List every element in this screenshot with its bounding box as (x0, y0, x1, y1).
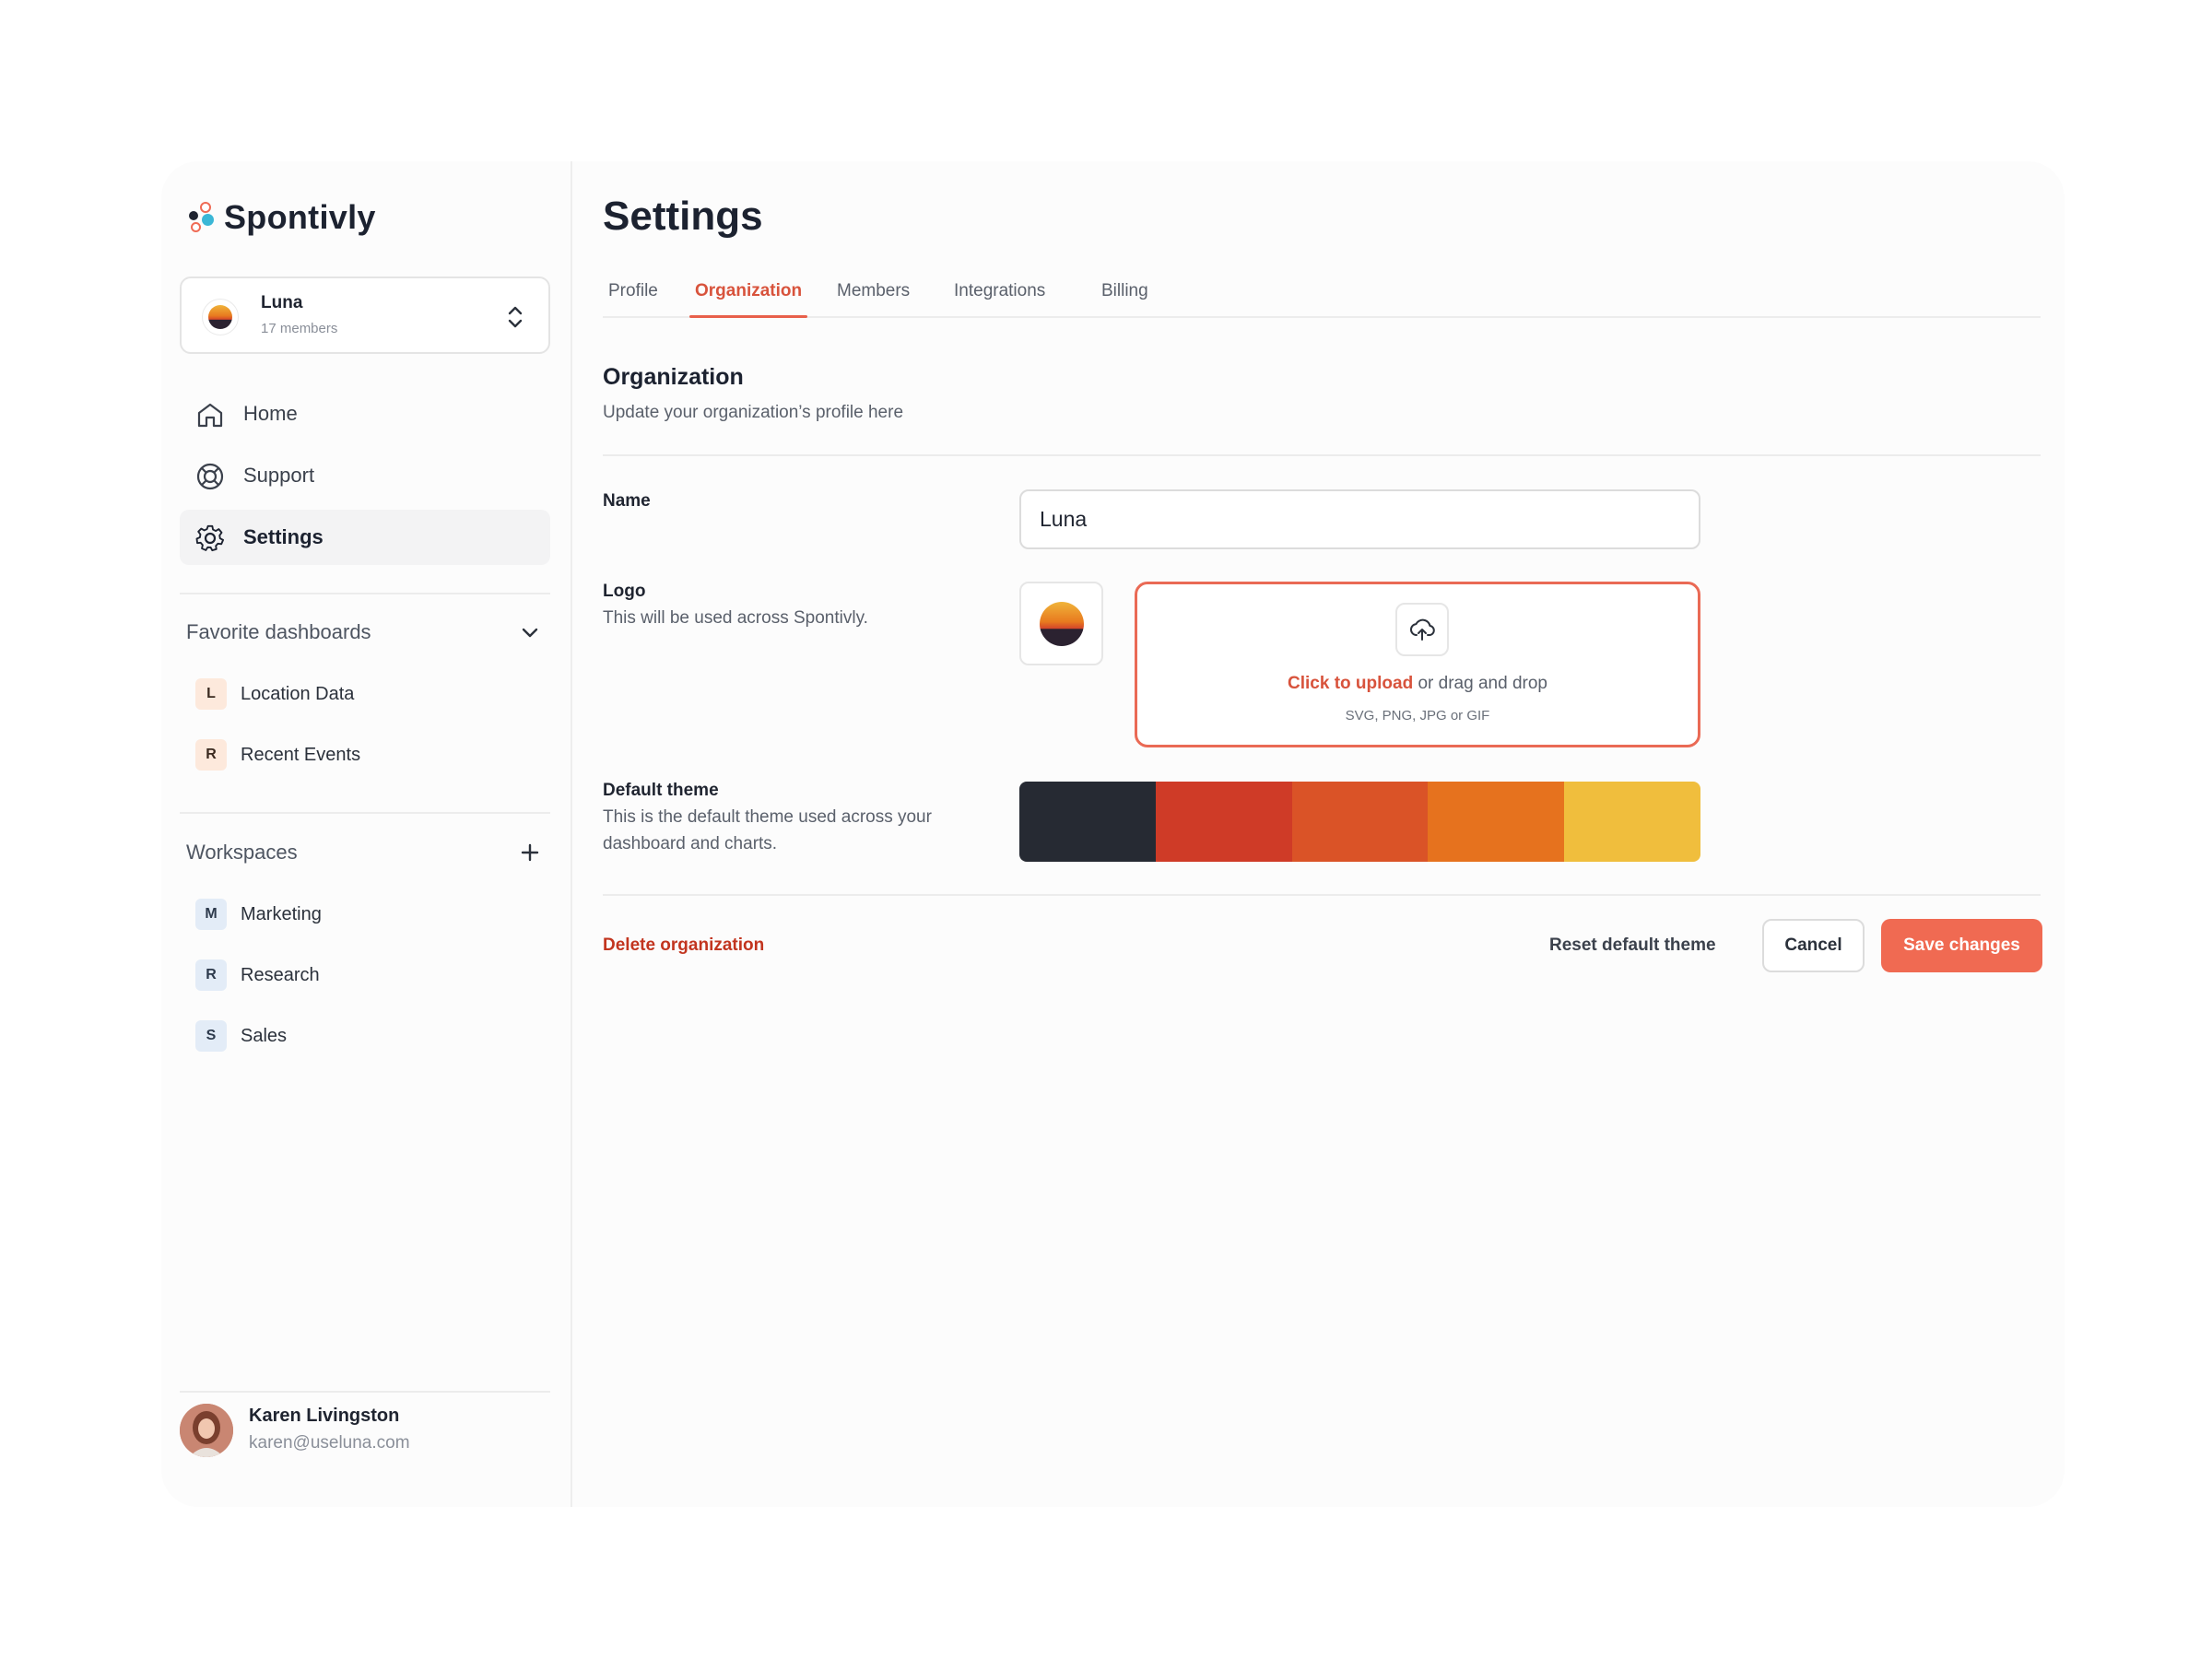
section-divider (603, 454, 2041, 456)
tab-integrations[interactable]: Integrations (954, 281, 1045, 316)
favorite-label: Location Data (241, 683, 355, 704)
theme-swatch[interactable] (1428, 782, 1565, 862)
workspaces-title: Workspaces (186, 841, 298, 864)
workspace-badge: R (195, 959, 227, 991)
logo-label: Logo (603, 582, 646, 601)
gear-icon (195, 524, 225, 552)
upload-instructions: Click to upload or drag and drop (1137, 674, 1698, 694)
nav-home-label: Home (243, 402, 298, 425)
section-title: Organization (603, 364, 744, 390)
chevron-up-down-icon (508, 306, 523, 328)
logo-help: This will be used across Spontivly. (603, 608, 868, 628)
nav-settings[interactable]: Settings (180, 510, 550, 565)
org-name-input[interactable]: Luna (1019, 489, 1700, 549)
workspaces-header: Workspaces (186, 834, 550, 871)
sidebar-divider (180, 1391, 550, 1393)
org-switcher[interactable]: Luna 17 members (180, 276, 550, 354)
workspace-label: Sales (241, 1025, 288, 1046)
favorites-header[interactable]: Favorite dashboards (186, 614, 550, 651)
plus-icon[interactable] (519, 841, 541, 864)
click-to-upload-link[interactable]: Click to upload (1288, 674, 1413, 693)
theme-swatch[interactable] (1291, 782, 1429, 862)
favorite-location-data[interactable]: L Location Data (195, 677, 354, 711)
form-actions: Delete organization Reset default theme … (603, 919, 2042, 974)
sunset-logo-icon (202, 299, 239, 335)
upload-file-types: SVG, PNG, JPG or GIF (1345, 708, 1490, 724)
upload-cloud-icon (1395, 603, 1449, 656)
tab-organization[interactable]: Organization (688, 281, 808, 318)
workspace-research[interactable]: R Research (195, 959, 320, 992)
workspace-label: Research (241, 964, 320, 985)
user-email: karen@useluna.com (249, 1433, 410, 1453)
org-name-value: Luna (1040, 507, 1088, 531)
upload-rest-text: or drag and drop (1413, 674, 1547, 693)
settings-tabs: Profile Organization Members Integration… (603, 272, 2041, 318)
brand-name: Spontivly (224, 198, 376, 236)
workspace-marketing[interactable]: M Marketing (195, 898, 322, 931)
delete-organization-button[interactable]: Delete organization (603, 935, 764, 956)
workspace-badge: S (195, 1020, 227, 1052)
favorites-title: Favorite dashboards (186, 620, 371, 643)
workspace-badge: M (195, 899, 227, 930)
theme-label: Default theme (603, 781, 719, 800)
theme-swatch[interactable] (1019, 782, 1156, 862)
favorite-badge: L (195, 678, 227, 710)
app-window: Spontivly Luna 17 members Home Support S… (161, 161, 2065, 1507)
reset-theme-button[interactable]: Reset default theme (1549, 935, 1716, 956)
tab-profile[interactable]: Profile (608, 281, 658, 316)
name-label: Name (603, 491, 651, 511)
tab-members[interactable]: Members (837, 281, 910, 316)
page-title: Settings (603, 194, 763, 239)
cancel-button[interactable]: Cancel (1762, 919, 1865, 972)
user-profile[interactable]: Karen Livingston karen@useluna.com (180, 1396, 550, 1470)
logo-preview (1019, 582, 1103, 665)
theme-help: This is the default theme used across yo… (603, 807, 932, 853)
nav-support-label: Support (243, 464, 315, 487)
logo-upload-dropzone[interactable]: Click to upload or drag and drop SVG, PN… (1135, 582, 1700, 747)
main-content: Settings Profile Organization Members In… (572, 161, 2065, 1507)
sunset-logo-icon (1039, 601, 1084, 646)
spontivly-logo-icon (189, 199, 215, 236)
user-name: Karen Livingston (249, 1406, 400, 1426)
workspace-label: Marketing (241, 903, 322, 924)
favorite-label: Recent Events (241, 744, 361, 765)
lifebuoy-icon (196, 463, 224, 490)
sidebar-divider (180, 593, 550, 594)
section-subtitle: Update your organization’s profile here (603, 403, 904, 422)
org-member-count: 17 members (261, 321, 338, 336)
brand-logo[interactable]: Spontivly (189, 198, 376, 237)
theme-swatch[interactable] (1564, 782, 1700, 862)
sidebar-divider (180, 812, 550, 814)
theme-swatch[interactable] (1155, 782, 1292, 862)
home-icon (197, 403, 223, 428)
org-name: Luna (261, 293, 303, 312)
workspace-sales[interactable]: S Sales (195, 1019, 287, 1053)
sidebar: Spontivly Luna 17 members Home Support S… (161, 161, 572, 1507)
section-divider (603, 894, 2041, 896)
nav-settings-label: Settings (243, 525, 324, 548)
avatar (180, 1404, 233, 1457)
theme-palette[interactable] (1019, 782, 1700, 862)
save-button[interactable]: Save changes (1881, 919, 2042, 972)
nav-support[interactable]: Support (180, 448, 550, 503)
tab-billing[interactable]: Billing (1101, 281, 1148, 316)
favorite-badge: R (195, 739, 227, 771)
nav-home[interactable]: Home (180, 386, 550, 441)
favorite-recent-events[interactable]: R Recent Events (195, 738, 360, 771)
chevron-down-icon[interactable] (519, 621, 541, 643)
